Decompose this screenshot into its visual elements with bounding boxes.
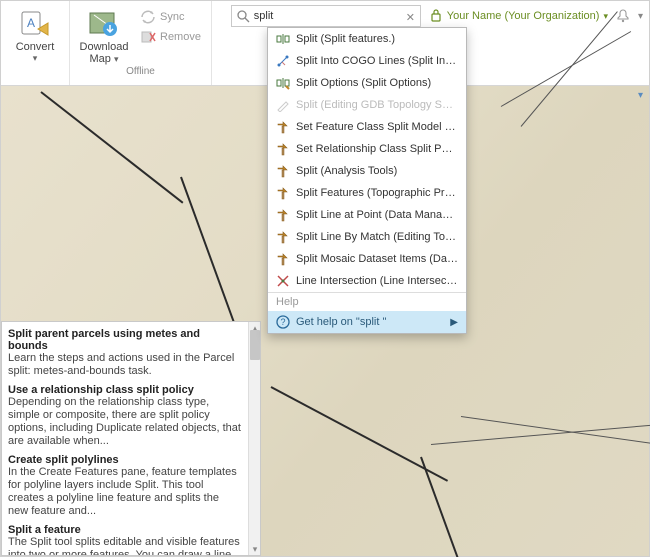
remove-label: Remove: [160, 31, 201, 43]
result-icon: [276, 274, 290, 288]
group-label-blank: [7, 66, 63, 80]
user-caret-icon: ▾: [603, 11, 608, 22]
help-title: Split parent parcels using metes and bou…: [8, 328, 242, 352]
submenu-caret-icon: ▶: [450, 317, 458, 328]
help-snippet: Depending on the relationship class type…: [8, 396, 242, 448]
download-map-icon: [88, 7, 120, 39]
search-result-item[interactable]: Line Intersection (Line Intersection): [268, 270, 466, 292]
help-icon: ?: [276, 315, 290, 329]
result-label: Split (Editing GDB Topology Split Featur…: [296, 99, 458, 111]
sync-button[interactable]: Sync: [136, 7, 205, 27]
help-title: Create split polylines: [8, 454, 242, 466]
result-icon: [276, 230, 290, 244]
bell-icon: [616, 9, 630, 23]
search-result-item[interactable]: Split Options (Split Options): [268, 72, 466, 94]
help-snippet: Learn the steps and actions used in the …: [8, 352, 242, 378]
map-options-caret[interactable]: ▾: [638, 90, 643, 101]
result-icon: [276, 208, 290, 222]
help-snippet: In the Create Features pane, feature tem…: [8, 466, 242, 518]
help-results-panel: Split parent parcels using metes and bou…: [1, 321, 261, 556]
user-button[interactable]: Your Name (Your Organization) ▾: [429, 9, 608, 23]
search-result-item[interactable]: Split (Analysis Tools): [268, 160, 466, 182]
result-label: Split Features (Topographic Production T…: [296, 187, 458, 199]
help-snippet: The Split tool splits editable and visib…: [8, 536, 242, 555]
convert-icon: A: [19, 7, 51, 39]
search-box[interactable]: ✕: [231, 5, 421, 27]
dropdown-help-header: Help: [268, 293, 466, 311]
result-label: Split Into COGO Lines (Split Into COGO L…: [296, 55, 458, 67]
search-results-dropdown: Split (Split features.) Split Into COGO L…: [267, 27, 467, 334]
search-result-item: Split (Editing GDB Topology Split Featur…: [268, 94, 466, 116]
result-icon: [276, 120, 290, 134]
result-label: Split Line at Point (Data Management Too…: [296, 209, 458, 221]
result-label: Set Relationship Class Split Policy (Dat…: [296, 143, 458, 155]
ribbon-group-offline: Download Map ▾ Sync Remove Offline: [70, 1, 212, 85]
help-result-item[interactable]: Split parent parcels using metes and bou…: [8, 328, 242, 378]
search-result-item[interactable]: Split Features (Topographic Production T…: [268, 182, 466, 204]
result-icon: [276, 98, 290, 112]
svg-text:?: ?: [280, 317, 285, 327]
result-label: Split Line By Match (Editing Tools): [296, 231, 458, 243]
sync-icon: [140, 9, 156, 25]
help-result-item[interactable]: Use a relationship class split policyDep…: [8, 384, 242, 448]
help-scrollbar[interactable]: ▴ ▾: [248, 322, 260, 555]
result-label: Line Intersection (Line Intersection): [296, 275, 458, 287]
app-menu-button[interactable]: ▾: [638, 11, 643, 22]
result-icon: [276, 252, 290, 266]
search-result-item[interactable]: Split (Split features.): [268, 28, 466, 50]
download-label-1: Download: [80, 41, 129, 53]
search-icon: [236, 9, 250, 23]
top-right-area: ✕ Your Name (Your Organization) ▾ ▾: [231, 1, 643, 31]
search-result-item[interactable]: Split Line By Match (Editing Tools): [268, 226, 466, 248]
remove-button[interactable]: Remove: [136, 27, 205, 47]
help-title: Use a relationship class split policy: [8, 384, 242, 396]
help-title: Split a feature: [8, 524, 242, 536]
clear-search-button[interactable]: ✕: [406, 11, 416, 21]
get-help-item[interactable]: ? Get help on "split " ▶: [268, 311, 466, 333]
search-result-item[interactable]: Set Relationship Class Split Policy (Dat…: [268, 138, 466, 160]
search-input[interactable]: [254, 10, 406, 22]
convert-label: Convert: [16, 41, 55, 53]
result-icon: [276, 186, 290, 200]
scroll-down-button[interactable]: ▾: [249, 543, 261, 555]
download-label-2: Map ▾: [90, 53, 119, 65]
result-label: Set Feature Class Split Model (Data Mana…: [296, 121, 458, 133]
search-result-item[interactable]: Split Mosaic Dataset Items (Data Managem…: [268, 248, 466, 270]
sync-label: Sync: [160, 11, 184, 23]
dropdown-caret-icon: ▾: [33, 53, 38, 64]
search-result-item[interactable]: Split Into COGO Lines (Split Into COGO L…: [268, 50, 466, 72]
ribbon-group-convert: A Convert ▾: [1, 1, 70, 85]
scroll-thumb[interactable]: [250, 330, 260, 360]
user-label: Your Name (Your Organization): [447, 10, 600, 22]
result-icon: [276, 32, 290, 46]
help-result-item[interactable]: Create split polylinesIn the Create Feat…: [8, 454, 242, 518]
result-icon: [276, 76, 290, 90]
app-window: A Convert ▾ Download Map ▾ Sync: [0, 0, 650, 557]
user-signed-in-icon: [429, 9, 443, 23]
help-results-list: Split parent parcels using metes and bou…: [2, 322, 248, 555]
download-map-button[interactable]: Download Map ▾: [76, 5, 132, 67]
convert-button[interactable]: A Convert ▾: [7, 5, 63, 66]
result-icon: [276, 164, 290, 178]
search-result-item[interactable]: Set Feature Class Split Model (Data Mana…: [268, 116, 466, 138]
result-icon: [276, 142, 290, 156]
get-help-label: Get help on "split ": [296, 316, 386, 328]
result-label: Split Mosaic Dataset Items (Data Managem…: [296, 253, 458, 265]
result-label: Split Options (Split Options): [296, 77, 431, 89]
group-label-offline: Offline: [76, 66, 205, 80]
remove-icon: [140, 29, 156, 45]
result-icon: [276, 54, 290, 68]
result-label: Split (Split features.): [296, 33, 395, 45]
notifications-button[interactable]: [616, 9, 630, 23]
search-result-item[interactable]: Split Line at Point (Data Management Too…: [268, 204, 466, 226]
svg-text:A: A: [27, 16, 35, 30]
result-label: Split (Analysis Tools): [296, 165, 397, 177]
help-result-item[interactable]: Split a featureThe Split tool splits edi…: [8, 524, 242, 555]
